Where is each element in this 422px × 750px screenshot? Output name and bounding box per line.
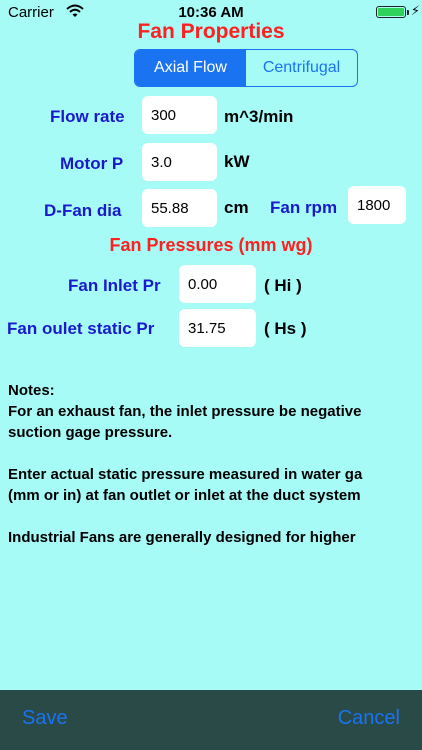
notes-line: Industrial Fans are generally designed f… — [8, 529, 356, 546]
notes-heading: Notes: — [8, 382, 55, 399]
fan-diameter-unit: cm — [224, 198, 249, 217]
battery-tip — [407, 10, 409, 15]
flow-rate-label: Flow rate — [50, 107, 125, 126]
notes-line: (mm or in) at fan outlet or inlet at the… — [8, 487, 361, 504]
cancel-button[interactable]: Cancel — [338, 707, 400, 730]
notes-line: Enter actual static pressure measured in… — [8, 466, 363, 483]
segment-axial-flow[interactable]: Axial Flow — [135, 50, 246, 86]
battery-icon — [376, 6, 406, 18]
fan-diameter-input[interactable]: 55.88 — [142, 189, 217, 227]
notes-line: suction gage pressure. — [8, 424, 173, 441]
page-title: Fan Properties — [137, 20, 285, 43]
motor-power-unit: kW — [224, 152, 250, 171]
motor-power-label: Motor P — [60, 154, 124, 173]
clock: 10:36 AM — [178, 4, 244, 21]
notes-text: Notes: For an exhaust fan, the inlet pre… — [8, 380, 422, 548]
bottom-toolbar: Save Cancel — [0, 690, 422, 750]
fan-inlet-pressure-unit: ( Hi ) — [264, 276, 302, 295]
flow-rate-input[interactable]: 300 — [142, 96, 217, 134]
fan-outlet-static-pressure-unit: ( Hs ) — [264, 319, 307, 338]
fan-inlet-pressure-label: Fan Inlet Pr — [68, 276, 161, 295]
charging-bolt-icon: ⚡ — [410, 3, 420, 18]
fan-outlet-static-pressure-input[interactable]: 31.75 — [179, 309, 256, 347]
fan-outlet-static-pressure-label: Fan oulet static Pr — [7, 319, 155, 338]
flow-rate-unit: m^3/min — [224, 107, 294, 126]
save-button[interactable]: Save — [22, 707, 68, 730]
motor-power-input[interactable]: 3.0 — [142, 143, 217, 181]
fan-rpm-label: Fan rpm — [270, 198, 338, 217]
segment-centrifugal[interactable]: Centrifugal — [246, 50, 357, 86]
fan-inlet-pressure-input[interactable]: 0.00 — [179, 265, 256, 303]
fan-pressures-heading: Fan Pressures (mm wg) — [109, 235, 313, 255]
fan-type-segmented-control[interactable]: Axial Flow Centrifugal — [134, 49, 358, 87]
fan-rpm-input[interactable]: 1800 — [348, 186, 406, 224]
notes-line: For an exhaust fan, the inlet pressure b… — [8, 403, 362, 420]
fan-diameter-label: D-Fan dia — [44, 201, 122, 220]
